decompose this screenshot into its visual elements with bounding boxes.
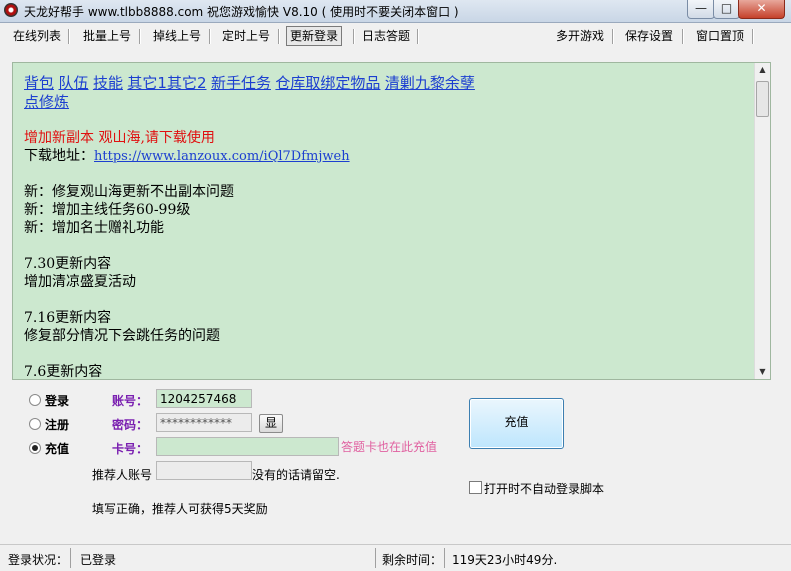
reward-note: 填写正确，推荐人可获得5天奖励 — [92, 502, 268, 516]
radio-recharge[interactable] — [29, 442, 41, 454]
toolbar-divider — [682, 29, 684, 44]
radio-register[interactable] — [29, 418, 41, 430]
status-divider — [444, 548, 445, 568]
tab-scheduled-login[interactable]: 定时上号 — [219, 27, 273, 45]
link-team[interactable]: 队伍 — [58, 74, 88, 92]
version-title: 7.16更新内容 — [24, 310, 112, 326]
referrer-label: 推荐人账号 — [92, 468, 153, 482]
toolbar-divider — [68, 29, 70, 44]
toolbar-divider — [209, 29, 211, 44]
toolbar-divider — [752, 29, 754, 44]
account-field[interactable]: 1204257468 — [156, 389, 252, 408]
auto-login-label[interactable]: 打开时不自动登录脚本 — [484, 480, 604, 497]
announcement-text: 背包 队伍 技能 其它1其它2 新手任务 仓库取绑定物品 清剿九黎余孽 点修炼 … — [24, 74, 744, 380]
scroll-up-icon[interactable]: ▲ — [755, 63, 770, 77]
news-line: 新：增加主线任务60-99级 — [24, 202, 191, 218]
link-warehouse-items[interactable]: 仓库取绑定物品 — [275, 74, 380, 92]
toolbar-divider — [417, 29, 419, 44]
card-number-field[interactable] — [156, 437, 339, 456]
announcement-panel: 背包 队伍 技能 其它1其它2 新手任务 仓库取绑定物品 清剿九黎余孽 点修炼 … — [12, 62, 771, 380]
login-status-value: 已登录 — [80, 553, 117, 567]
version-note: 修复部分情况下会跳任务的问题 — [24, 328, 220, 344]
link-backpack[interactable]: 背包 — [24, 74, 54, 92]
status-bar: 登录状况： 已登录 剩余时间： 119天23小时49分. — [0, 544, 791, 571]
tab-update-login[interactable]: 更新登录 — [286, 26, 343, 46]
radio-recharge-label[interactable]: 充值 — [45, 440, 69, 457]
news-line: 新：增加名士赠礼功能 — [24, 220, 164, 236]
notice-text: 增加新副本 观山海,请下载使用 — [24, 130, 215, 146]
card-label: 卡号： — [112, 442, 149, 456]
radio-register-label[interactable]: 注册 — [45, 416, 69, 433]
referrer-note: 没有的话请留空. — [252, 468, 340, 482]
minimize-button[interactable]: — — [687, 0, 715, 19]
status-divider — [70, 548, 71, 568]
link-skills[interactable]: 技能 — [93, 74, 123, 92]
tab-save-settings[interactable]: 保存设置 — [622, 27, 676, 45]
tab-log-quiz[interactable]: 日志答题 — [359, 27, 413, 45]
auto-login-checkbox[interactable] — [469, 481, 482, 494]
version-note: 增加清凉盛夏活动 — [24, 274, 136, 290]
app-icon — [4, 3, 18, 17]
toolbar-divider — [139, 29, 141, 44]
remaining-time-value: 119天23小时49分. — [452, 553, 558, 567]
tab-multi-open[interactable]: 多开游戏 — [553, 27, 607, 45]
scroll-down-icon[interactable]: ▼ — [755, 365, 770, 379]
link-other2[interactable]: 其它2 — [167, 74, 207, 92]
referrer-field[interactable] — [156, 461, 252, 480]
tab-batch-login[interactable]: 批量上号 — [80, 27, 134, 45]
toolbar-divider — [278, 29, 280, 44]
password-field[interactable]: ************ — [156, 413, 252, 432]
link-clear-jiuli[interactable]: 清剿九黎余孽 — [385, 74, 475, 92]
version-title: 7.30更新内容 — [24, 256, 112, 272]
tab-reconnect-login[interactable]: 掉线上号 — [150, 27, 204, 45]
link-newbie-quest[interactable]: 新手任务 — [211, 74, 271, 92]
radio-login-label[interactable]: 登录 — [45, 392, 69, 409]
remaining-time-label: 剩余时间： — [382, 553, 443, 567]
tab-window-topmost[interactable]: 窗口置顶 — [693, 27, 747, 45]
link-other1[interactable]: 其它1 — [127, 74, 167, 92]
recharge-button[interactable]: 充值 — [469, 398, 564, 449]
toolbar: 在线列表 批量上号 掉线上号 定时上号 更新登录 日志答题 多开游戏 保存设置 … — [0, 23, 791, 49]
version-title: 7.6更新内容 — [24, 364, 103, 380]
download-label: 下载地址： — [24, 148, 94, 164]
link-practice[interactable]: 点修炼 — [24, 93, 69, 111]
show-password-button[interactable]: 显 — [259, 414, 283, 433]
account-label: 账号： — [112, 394, 149, 408]
download-link[interactable]: https://www.lanzoux.com/iQl7Dfmjweh — [94, 149, 350, 164]
news-line: 新：修复观山海更新不出副本问题 — [24, 184, 234, 200]
window-title: 天龙好帮手 www.tlbb8888.com 祝您游戏愉快 V8.10 ( 使用… — [24, 5, 459, 19]
toolbar-divider — [612, 29, 614, 44]
scroll-thumb[interactable] — [756, 81, 769, 117]
vertical-scrollbar[interactable]: ▲ ▼ — [754, 63, 770, 379]
status-divider — [375, 548, 376, 568]
maximize-button[interactable]: □ — [713, 0, 740, 19]
radio-login[interactable] — [29, 394, 41, 406]
title-bar: 天龙好帮手 www.tlbb8888.com 祝您游戏愉快 V8.10 ( 使用… — [0, 0, 791, 23]
toolbar-divider — [353, 29, 355, 44]
login-status-label: 登录状况： — [8, 553, 69, 567]
password-label: 密码： — [112, 418, 149, 432]
close-button[interactable]: ✕ — [738, 0, 785, 19]
card-hint: 答题卡也在此充值 — [341, 440, 438, 454]
tab-online-list[interactable]: 在线列表 — [10, 27, 64, 45]
